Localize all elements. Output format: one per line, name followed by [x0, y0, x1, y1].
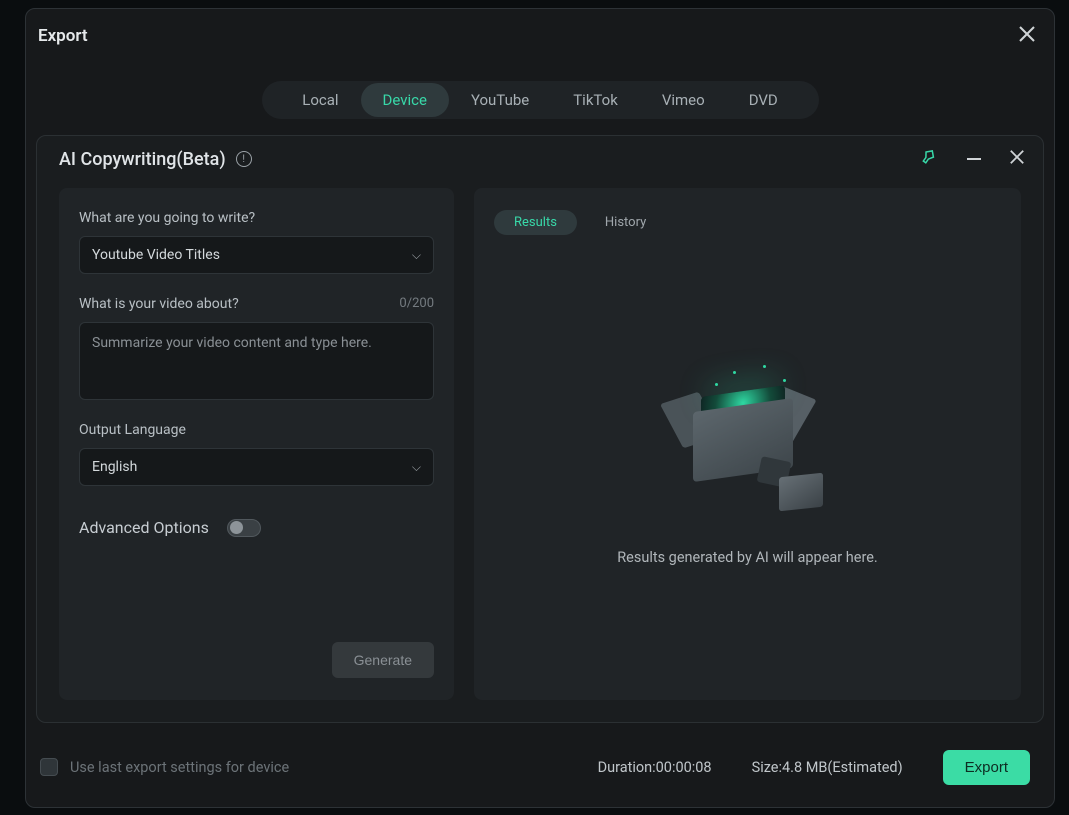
dialog-header: Export: [26, 9, 1054, 53]
close-icon[interactable]: [1018, 25, 1036, 47]
form-column: What are you going to write? Youtube Vid…: [59, 188, 454, 700]
write-label: What are you going to write?: [79, 210, 434, 226]
write-type-value: Youtube Video Titles: [92, 247, 220, 263]
write-label-text: What are you going to write?: [79, 210, 255, 226]
use-last-settings-checkbox[interactable]: [40, 758, 58, 776]
panel-title: AI Copywriting(Beta): [59, 149, 226, 170]
tab-vimeo[interactable]: Vimeo: [640, 83, 727, 117]
tab-device[interactable]: Device: [361, 83, 449, 117]
about-label: What is your video about?: [79, 296, 239, 312]
panel-header: AI Copywriting(Beta) !: [37, 136, 1043, 178]
export-target-tabs: Local Device YouTube TikTok Vimeo DVD: [262, 81, 819, 119]
results-empty-text: Results generated by AI will appear here…: [617, 549, 878, 566]
about-textarea[interactable]: Summarize your video content and type he…: [79, 322, 434, 400]
about-label-row: What is your video about? 0/200: [79, 296, 434, 312]
results-tabs: Results History: [494, 210, 656, 235]
language-value: English: [92, 459, 137, 475]
about-placeholder: Summarize your video content and type he…: [92, 335, 372, 351]
lang-label: Output Language: [79, 422, 434, 438]
results-column: Results History Results generated by AI …: [474, 188, 1021, 700]
lang-label-text: Output Language: [79, 422, 186, 438]
pin-icon[interactable]: [919, 148, 937, 170]
ai-copywriting-panel: AI Copywriting(Beta) ! What are you goin…: [36, 135, 1044, 723]
use-last-settings-label: Use last export settings for device: [70, 759, 289, 776]
dialog-footer: Use last export settings for device Dura…: [26, 727, 1054, 807]
advanced-options-toggle[interactable]: [227, 519, 261, 537]
generate-button[interactable]: Generate: [332, 642, 434, 678]
language-select[interactable]: English ⌵: [79, 448, 434, 486]
chevron-down-icon: ⌵: [412, 460, 421, 475]
about-counter: 0/200: [399, 296, 434, 312]
tab-dvd[interactable]: DVD: [727, 83, 800, 117]
advanced-options-row: Advanced Options: [79, 518, 434, 537]
chevron-down-icon: ⌵: [412, 248, 421, 263]
tab-tiktok[interactable]: TikTok: [551, 83, 640, 117]
write-type-select[interactable]: Youtube Video Titles ⌵: [79, 236, 434, 274]
dialog-title: Export: [38, 26, 88, 46]
info-icon[interactable]: !: [236, 151, 252, 167]
tab-youtube[interactable]: YouTube: [449, 83, 551, 117]
tab-local[interactable]: Local: [280, 83, 360, 117]
export-button[interactable]: Export: [943, 750, 1030, 785]
panel-close-icon[interactable]: [1009, 149, 1025, 169]
export-dialog: Export Local Device YouTube TikTok Vimeo…: [25, 8, 1055, 808]
duration-text: Duration:00:00:08: [598, 759, 712, 776]
advanced-options-label: Advanced Options: [79, 518, 209, 537]
minimize-icon[interactable]: [965, 150, 981, 168]
empty-box-illustration: [663, 365, 833, 515]
tab-history[interactable]: History: [595, 210, 656, 235]
size-text: Size:4.8 MB(Estimated): [752, 759, 903, 776]
tab-results[interactable]: Results: [494, 210, 577, 235]
